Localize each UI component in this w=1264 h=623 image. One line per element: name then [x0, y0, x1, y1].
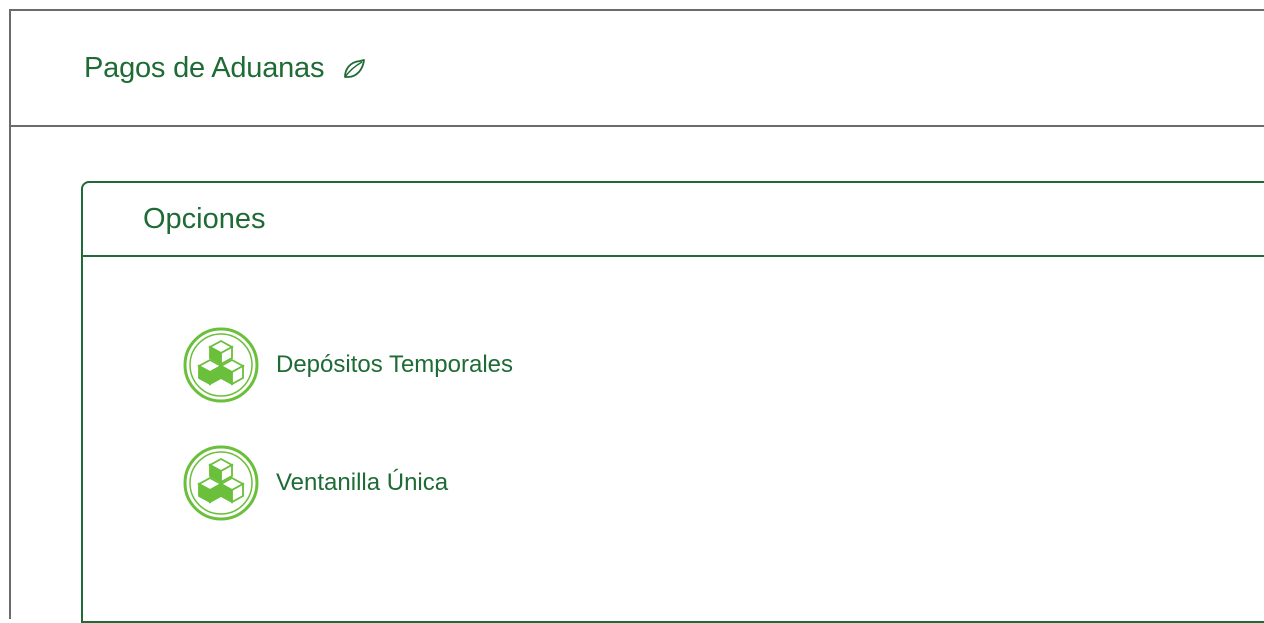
leaf-icon	[342, 57, 366, 81]
options-panel: Opciones Depósitos Temporales Ventanilla…	[81, 181, 1264, 623]
page-frame: Pagos de Aduanas Opciones Depósitos Temp…	[9, 9, 1264, 623]
options-panel-header: Opciones	[83, 183, 1264, 257]
option-depositos-temporales[interactable]: Depósitos Temporales	[183, 327, 1264, 403]
options-list: Depósitos Temporales Ventanilla Única	[83, 257, 1264, 521]
page-header: Pagos de Aduanas	[11, 11, 1264, 127]
boxes-icon	[183, 327, 259, 403]
options-panel-title: Opciones	[143, 202, 266, 235]
page-title: Pagos de Aduanas	[84, 51, 325, 84]
option-label[interactable]: Depósitos Temporales	[276, 351, 513, 379]
option-label[interactable]: Ventanilla Única	[276, 469, 448, 497]
option-ventanilla-unica[interactable]: Ventanilla Única	[183, 445, 1264, 521]
boxes-icon	[183, 445, 259, 521]
